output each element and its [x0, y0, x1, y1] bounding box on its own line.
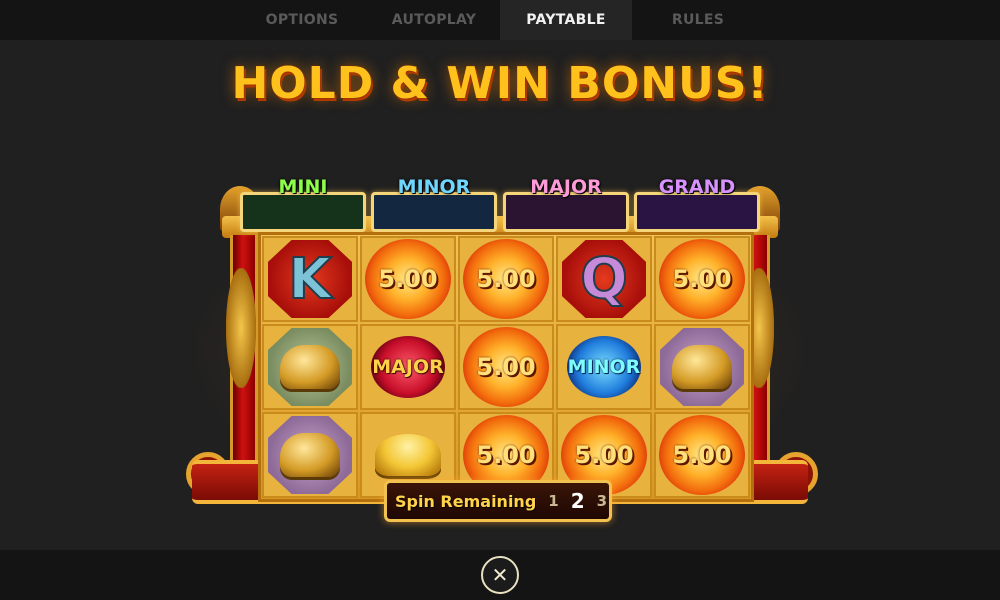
- jackpot-jewel-minor: MINOR: [567, 336, 641, 398]
- reel-cell: [262, 412, 358, 498]
- spin-count-1: 1: [548, 492, 559, 510]
- jewel-label: MINOR: [567, 356, 641, 378]
- symbol-letter: Q: [579, 246, 629, 313]
- jackpot-minor-box: [371, 192, 497, 232]
- reel-cell: 5.00: [458, 236, 554, 322]
- golden-turtle-icon: [280, 433, 340, 477]
- orb-value: 5.00: [378, 265, 438, 293]
- fireball-orb: 5.00: [365, 239, 451, 319]
- reel-cell: 5.00: [458, 324, 554, 410]
- gold-ingot-icon: [375, 434, 441, 476]
- tab-options[interactable]: OPTIONS: [236, 0, 368, 40]
- tab-autoplay[interactable]: AUTOPLAY: [368, 0, 500, 40]
- reel-cell: [262, 324, 358, 410]
- tab-bar: OPTIONS AUTOPLAY PAYTABLE RULES: [0, 0, 1000, 40]
- spin-count-2: 2: [570, 489, 585, 513]
- jackpot-major-box: [503, 192, 629, 232]
- orb-value: 5.00: [476, 265, 536, 293]
- reel-cell: Q: [556, 236, 652, 322]
- laughing-buddha-icon: [280, 345, 340, 389]
- reel-cell: MINOR: [556, 324, 652, 410]
- page-title: HOLD & WIN BONUS!: [231, 58, 769, 109]
- symbol-letter: K: [287, 246, 332, 313]
- jackpot-minor: MINOR: [371, 176, 497, 232]
- jackpot-grand-box: [634, 192, 760, 232]
- fireball-orb: 5.00: [659, 239, 745, 319]
- reel-cell: MAJOR: [360, 324, 456, 410]
- reel-cell: [654, 324, 750, 410]
- jackpot-jewel-major: MAJOR: [371, 336, 445, 398]
- golden-turtle-icon: [672, 345, 732, 389]
- fireball-orb: 5.00: [659, 415, 745, 495]
- reel-cell: 5.00: [654, 412, 750, 498]
- jackpot-mini-box: [240, 192, 366, 232]
- dragon-left-icon: [226, 268, 256, 388]
- reel-cell: K: [262, 236, 358, 322]
- close-icon: ✕: [491, 563, 509, 587]
- queen-icon: Q: [562, 240, 646, 318]
- spin-remaining-panel: Spin Remaining 1 2 3: [384, 480, 612, 522]
- orb-value: 5.00: [476, 353, 536, 381]
- king-icon: K: [268, 240, 352, 318]
- close-button[interactable]: ✕: [481, 556, 519, 594]
- orb-value: 5.00: [672, 265, 732, 293]
- symbol-tile: [660, 328, 744, 406]
- jewel-label: MAJOR: [372, 356, 444, 378]
- fireball-orb: 5.00: [463, 239, 549, 319]
- jackpot-major: MAJOR: [503, 176, 629, 232]
- jackpot-grand-label: GRAND: [658, 176, 736, 198]
- symbol-tile: [268, 416, 352, 494]
- spin-remaining-label: Spin Remaining: [395, 491, 537, 511]
- spin-count-3: 3: [596, 492, 608, 510]
- jackpot-mini: MINI: [240, 176, 366, 232]
- reel-grid: K 5.00 5.00 Q 5.00 MAJOR 5.00 MINOR 5.00 5.00 5.00: [258, 232, 754, 502]
- jackpot-minor-label: MINOR: [397, 176, 471, 198]
- orb-value: 5.00: [574, 441, 634, 469]
- jackpot-mini-label: MINI: [278, 176, 328, 198]
- orb-value: 5.00: [672, 441, 732, 469]
- symbol-tile: [268, 328, 352, 406]
- tab-paytable[interactable]: PAYTABLE: [500, 0, 632, 40]
- tab-rules[interactable]: RULES: [632, 0, 764, 40]
- jackpot-major-label: MAJOR: [530, 176, 602, 198]
- fireball-orb: 5.00: [463, 327, 549, 407]
- jackpot-grand: GRAND: [634, 176, 760, 232]
- reel-cell: 5.00: [654, 236, 750, 322]
- orb-value: 5.00: [476, 441, 536, 469]
- reel-cell: 5.00: [360, 236, 456, 322]
